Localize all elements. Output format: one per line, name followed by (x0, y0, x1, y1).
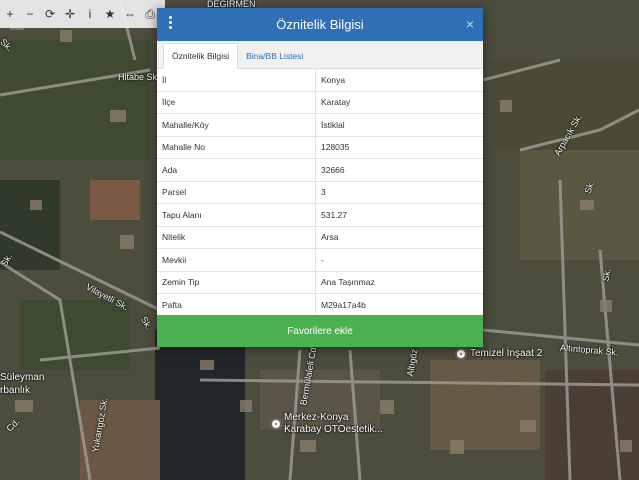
attribute-key: Nitelik (157, 226, 316, 249)
table-row: Ada 32666 (157, 158, 483, 182)
tab-attribute-info[interactable]: Öznitelik Bilgisi (163, 43, 239, 69)
attribute-key: Tapu Alanı (157, 203, 316, 227)
attribute-value: Ana Taşınmaz (315, 271, 483, 294)
attribute-value: Arsa (315, 226, 483, 249)
attribute-key: İlçe (157, 91, 316, 114)
attribute-value: - (315, 248, 483, 272)
table-row: İlçe Karatay (157, 91, 483, 114)
table-row: Tapu Alanı 531.27 (157, 203, 483, 227)
attribute-info-dialog: Öznitelik Bilgisi × Öznitelik Bilgisi Bi… (157, 8, 483, 347)
attribute-key: Mahalle No (157, 136, 316, 159)
attribute-key: İl (157, 69, 316, 92)
kebab-menu-icon[interactable] (167, 16, 173, 29)
attribute-table: İl Konya İlçe Karatay Mahalle/Köy İstiklal … (157, 69, 483, 317)
attribute-key: Zemin Tip (157, 271, 316, 294)
map-pin-icon[interactable] (455, 348, 467, 360)
table-row: Pafta M29a17a4b (157, 293, 483, 317)
table-row: Parsel 3 (157, 181, 483, 204)
attribute-key: Pafta (157, 293, 316, 317)
add-to-favorites-button[interactable]: Favorilere ekle (157, 315, 483, 347)
attribute-value: Karatay (315, 91, 483, 114)
dialog-header: Öznitelik Bilgisi × (157, 8, 483, 41)
dialog-title: Öznitelik Bilgisi (276, 17, 364, 32)
poi-label[interactable]: Süleyman (0, 372, 44, 383)
measure-icon[interactable]: ⇔ (120, 0, 140, 28)
attribute-key: Parsel (157, 181, 316, 204)
table-row: Zemin Tip Ana Taşınmaz (157, 271, 483, 294)
poi-label[interactable]: rbanlık (0, 385, 30, 396)
poi-label[interactable]: Merkez-Konya Karabay OTOestetik... (284, 412, 384, 436)
table-row: Mahalle/Köy İstiklal (157, 113, 483, 137)
tab-building-list[interactable]: Bina/BB Listesi (238, 44, 311, 68)
attribute-value: M29a17a4b (315, 293, 483, 317)
star-icon[interactable]: ★ (100, 0, 120, 28)
attribute-value: Konya (315, 69, 483, 92)
attribute-value: 32666 (315, 158, 483, 182)
map-pin-icon[interactable] (270, 418, 282, 430)
refresh-icon[interactable]: ⟳ (40, 0, 60, 28)
poi-label[interactable]: Temizel İnşaat 2 (470, 348, 542, 359)
dialog-tabs: Öznitelik Bilgisi Bina/BB Listesi (157, 41, 483, 69)
zoom-out-icon[interactable]: − (20, 0, 40, 28)
table-row: Mevkii - (157, 248, 483, 272)
attribute-value: 128035 (315, 136, 483, 159)
attribute-key: Mevkii (157, 248, 316, 272)
table-row: İl Konya (157, 69, 483, 92)
map-toolbar: + − ⟳ ✛ i ★ ⇔ ⎙ (0, 0, 165, 28)
attribute-value: 531.27 (315, 203, 483, 227)
street-label: Hitabe Sk. (118, 72, 160, 82)
locate-icon[interactable]: ✛ (60, 0, 80, 28)
table-row: Mahalle No 128035 (157, 136, 483, 159)
attribute-key: Mahalle/Köy (157, 113, 316, 137)
info-icon[interactable]: i (80, 0, 100, 28)
attribute-key: Ada (157, 158, 316, 182)
zoom-in-icon[interactable]: + (0, 0, 20, 28)
table-row: Nitelik Arsa (157, 226, 483, 249)
attribute-value: 3 (315, 181, 483, 204)
attribute-value: İstiklal (315, 113, 483, 137)
close-icon[interactable]: × (466, 16, 474, 32)
